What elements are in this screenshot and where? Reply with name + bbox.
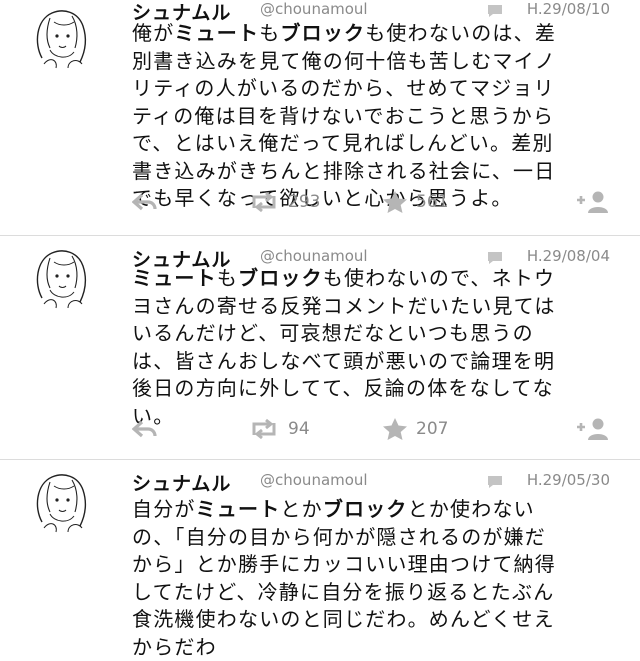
tweet-line: 別書き込みを見て俺の何十倍も苦しむマイノ [132,48,617,76]
tweet-line: からだわ [132,634,617,661]
tweet-line: から」とか勝手にカッコいい理由つけて納得 [132,551,617,579]
tweet-date[interactable]: H.29/05/30 [527,471,610,489]
avatar[interactable] [28,6,94,72]
follow-user-plus-icon [575,190,611,214]
tweet-line: リティの人がいるのだから、せめてマジョリ [132,75,617,103]
retweet-icon [248,191,280,213]
like-count: 561 [416,192,448,212]
tweet-text: ミュートもブロックも使わないので、ネトウ ヨさんの寄せる反発コメントだいたい見て… [132,265,617,430]
tweet-text: 自分がミュートとかブロックとか使わない の、「自分の目から何かが隠されるのが嫌だ… [132,496,617,661]
star-icon [382,190,408,214]
tweet-date[interactable]: H.29/08/10 [527,0,610,18]
tweet-2[interactable]: シュナムル @chounamoul H.29/08/04 ミュートもブロックも使… [0,236,640,460]
user-handle[interactable]: @chounamoul [260,471,368,489]
reply-button[interactable] [132,416,158,442]
tweet-line: は、皆さんおしなべて頭が悪いので論理を明 [132,348,617,376]
follow-user-plus-icon [575,417,611,441]
tweet-line: ティの俺は目を背けないでおこうと思うから [132,103,617,131]
tweet-line: 後日の方向に外してて、反論の体をなしてな [132,375,617,403]
reply-arrow-icon [132,192,158,212]
like-button[interactable]: 207 [382,416,448,442]
tweet-line: 食洗機使わないのと同じだわ。めんどくせえ [132,606,617,634]
tweet-line: で、とはいえ俺だって見ればしんどい。差別 [132,130,617,158]
user-handle[interactable]: @chounamoul [260,0,368,18]
tweet-line: 俺がミュートもブロックも使わないのは、差 [132,20,617,48]
retweet-count: 94 [288,419,310,439]
tweet-line: いるんだけど、可哀想だなといつも思うの [132,320,617,348]
tweet-line: してたけど、冷静に自分を振り返るとたぶん [132,579,617,607]
follow-button[interactable] [575,416,611,442]
star-icon [382,417,408,441]
speech-bubble-icon [486,475,504,489]
tweet-line: の、「自分の目から何かが隠されるのが嫌だ [132,524,617,552]
retweet-count: 293 [288,192,320,212]
tweet-line: ミュートもブロックも使わないので、ネトウ [132,265,617,293]
avatar[interactable] [28,470,94,536]
display-name[interactable]: シュナムル [132,469,231,496]
follow-button[interactable] [575,189,611,215]
tweet-line: ヨさんの寄せる反発コメントだいたい見ては [132,293,617,321]
tweet-3[interactable]: シュナムル @chounamoul H.29/05/30 自分がミュートとかブロ… [0,460,640,640]
tweet-line: 自分がミュートとかブロックとか使わない [132,496,617,524]
retweet-button[interactable]: 94 [248,416,310,442]
reply-arrow-icon [132,419,158,439]
tweet-1[interactable]: シュナムル @chounamoul H.29/08/10 俺がミュートもブロック… [0,0,640,236]
tweet-actions: 293 561 [132,189,622,215]
tweet-header: シュナムル @chounamoul H.29/05/30 [132,469,622,495]
avatar[interactable] [28,246,94,312]
retweet-button[interactable]: 293 [248,189,320,215]
tweet-actions: 94 207 [132,416,622,442]
user-handle[interactable]: @chounamoul [260,247,368,265]
like-button[interactable]: 561 [382,189,448,215]
tweet-date[interactable]: H.29/08/04 [527,247,610,265]
retweet-icon [248,418,280,440]
speech-bubble-icon [486,4,504,18]
speech-bubble-icon [486,251,504,265]
like-count: 207 [416,419,448,439]
reply-button[interactable] [132,189,158,215]
tweet-line: 書き込みがきちんと排除される社会に、一日 [132,158,617,186]
tweet-text: 俺がミュートもブロックも使わないのは、差 別書き込みを見て俺の何十倍も苦しむマイ… [132,20,617,213]
